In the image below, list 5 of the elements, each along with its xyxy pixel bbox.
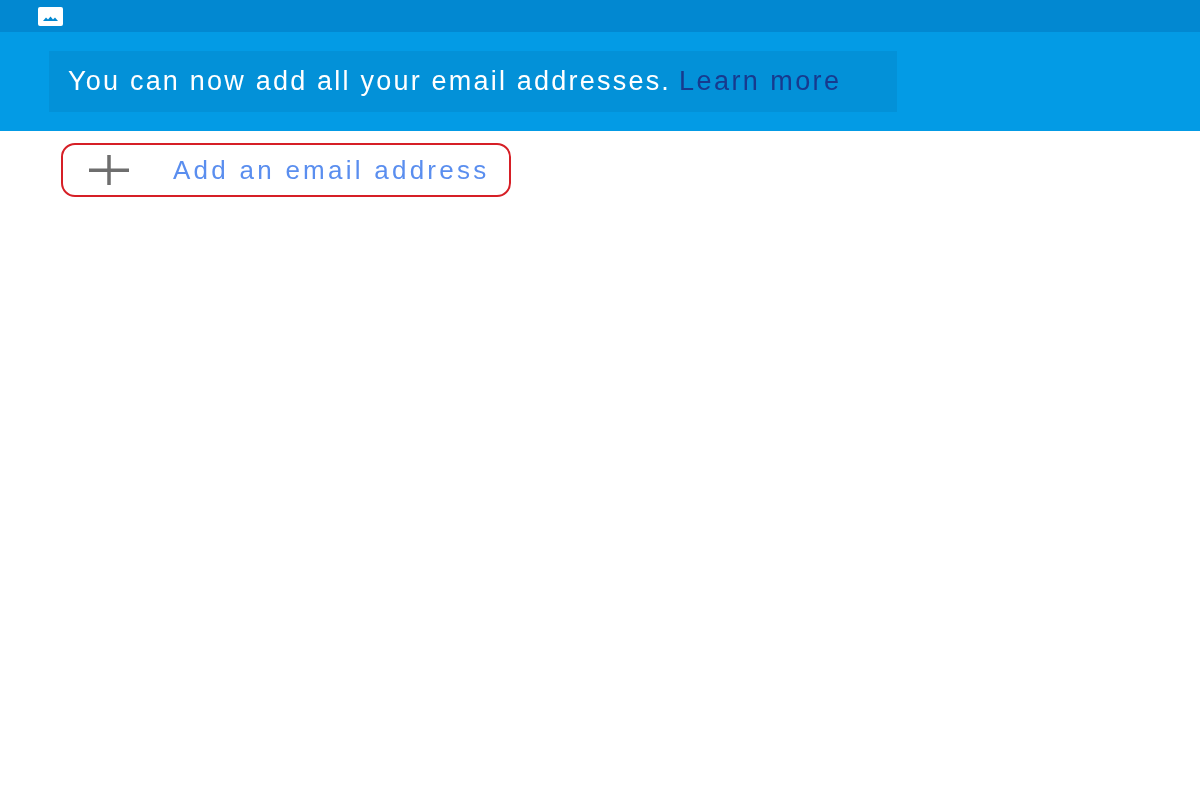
notice-text: You can now add all your email addresses. bbox=[68, 65, 672, 99]
add-email-button[interactable]: Add an email address bbox=[61, 143, 511, 197]
learn-more-link[interactable]: Learn more bbox=[679, 61, 842, 102]
plus-icon bbox=[89, 155, 129, 185]
image-icon bbox=[38, 6, 63, 26]
